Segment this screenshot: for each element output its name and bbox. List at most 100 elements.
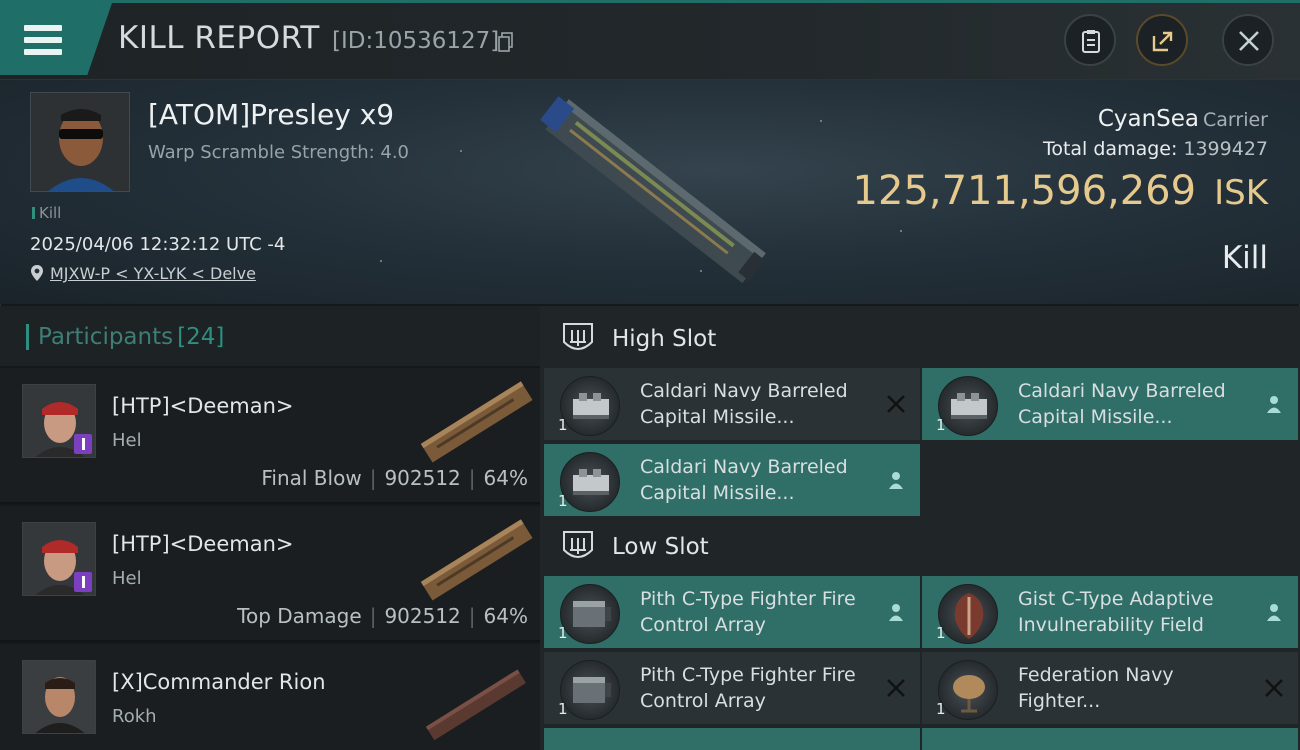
missile-launcher-icon [560, 452, 620, 512]
participant-row[interactable]: [HTP]<Deeman> Hel Top Damage | 902512 | 64% [0, 506, 540, 642]
high-slot-title: High Slot [612, 326, 717, 352]
missile-launcher-icon [560, 376, 620, 436]
module-item[interactable]: 1 Pith C-Type Fighter Fire Control Array [544, 652, 920, 724]
carrier-ship-image [539, 96, 766, 284]
person-icon [889, 472, 903, 489]
module-quantity: 1 [936, 700, 946, 718]
close-icon [1239, 31, 1259, 51]
copy-icon[interactable] [498, 32, 514, 52]
person-icon [889, 604, 903, 621]
clipboard-icon [1082, 30, 1100, 53]
victim-avatar[interactable] [30, 92, 130, 192]
module-item-partial[interactable] [922, 728, 1298, 750]
low-slot-icon [563, 531, 593, 558]
ship-thumbnail [425, 669, 526, 741]
corp-badge-icon [74, 434, 92, 454]
participant-role: Final Blow [261, 466, 362, 490]
ship-name[interactable]: CyanSea [1098, 106, 1199, 132]
low-slot-title: Low Slot [612, 534, 709, 560]
module-quantity: 1 [558, 416, 568, 434]
fitting-panel: High Slot 1 Caldari Navy Barreled Capita… [540, 306, 1300, 750]
module-name: Caldari Navy Barreled Capital Missile... [640, 380, 848, 428]
high-slot-header: High Slot [540, 308, 1300, 370]
participant-row[interactable]: [HTP]<Deeman> Hel Final Blow | 902512 | 64% [0, 368, 540, 504]
header-accent-bar [26, 324, 29, 350]
ship-thumbnail [420, 519, 533, 601]
participant-percent: 64% [483, 466, 528, 490]
isk-value-line: 125,711,596,269 ISK [853, 168, 1268, 214]
share-icon [1152, 31, 1173, 52]
page-title: KILL REPORT [118, 20, 320, 56]
ship-info: CyanSea Carrier [1098, 106, 1268, 132]
low-slot-header: Low Slot [540, 516, 1300, 578]
participant-damage: 902512 [384, 604, 461, 628]
participants-title: Participants [24] [38, 324, 225, 350]
module-item[interactable]: 1 Caldari Navy Barreled Capital Missile.… [544, 368, 920, 440]
module-item[interactable]: 1 Caldari Navy Barreled Capital Missile.… [922, 368, 1298, 440]
participants-count: [24] [177, 324, 225, 350]
report-id: [ID:10536127] [332, 28, 500, 54]
person-icon [1267, 396, 1281, 413]
isk-unit: ISK [1214, 173, 1268, 213]
avatar[interactable] [22, 660, 96, 734]
pilot-portrait-icon [23, 661, 95, 733]
corp-badge-icon [74, 572, 92, 592]
top-bar: KILL REPORT [ID:10536127] [0, 0, 1300, 80]
participants-header: Participants [24] [0, 306, 540, 366]
destroyed-x-icon [887, 395, 905, 413]
total-damage-value: 1399427 [1183, 138, 1268, 160]
participant-ship: Hel [112, 430, 142, 451]
module-name: Pith C-Type Fighter Fire Control Array [640, 588, 856, 636]
module-name: Pith C-Type Fighter Fire Control Array [640, 664, 856, 712]
shield-module-icon [938, 584, 998, 644]
module-item[interactable]: 1 Federation Navy Fighter... [922, 652, 1298, 724]
destroyed-x-icon [887, 679, 905, 697]
participant-stats: Final Blow | 902512 | 64% [261, 466, 528, 490]
participant-percent: 64% [483, 604, 528, 628]
participant-role: Top Damage [237, 604, 362, 628]
participant-row[interactable]: [X]Commander Rion Rokh [0, 644, 540, 750]
warp-scramble-strength: Warp Scramble Strength: 4.0 [148, 142, 410, 163]
module-quantity: 1 [558, 492, 568, 510]
menu-button[interactable] [0, 3, 112, 75]
high-slot-icon [563, 323, 593, 350]
person-icon [1267, 604, 1281, 621]
victim-name[interactable]: [ATOM]Presley x9 [148, 98, 394, 131]
participant-stats: Top Damage | 902512 | 64% [237, 604, 528, 628]
module-quantity: 1 [558, 700, 568, 718]
participant-damage: 902512 [384, 466, 461, 490]
ship-class: Carrier [1203, 109, 1268, 131]
module-item[interactable]: 1 Caldari Navy Barreled Capital Missile.… [544, 444, 920, 516]
module-name: Caldari Navy Barreled Capital Missile... [640, 456, 848, 504]
missile-launcher-icon [938, 376, 998, 436]
module-name: Federation Navy Fighter... [1018, 664, 1174, 712]
module-item[interactable]: 1 Gist C-Type Adaptive Invulnerability F… [922, 576, 1298, 648]
kill-tag: Kill [32, 204, 61, 222]
victim-summary: [ATOM]Presley x9 Warp Scramble Strength:… [0, 80, 1300, 304]
fire-control-array-icon [560, 584, 620, 644]
participant-name[interactable]: [HTP]<Deeman> [112, 532, 294, 556]
total-damage: Total damage: 1399427 [1043, 138, 1268, 160]
location-pin-icon [31, 265, 43, 281]
clipboard-button[interactable] [1064, 14, 1116, 66]
hamburger-icon [24, 25, 62, 55]
participant-name[interactable]: [X]Commander Rion [112, 670, 326, 694]
close-button[interactable] [1222, 14, 1274, 66]
participant-ship: Hel [112, 568, 142, 589]
top-accent-strip [0, 0, 1300, 3]
share-button[interactable] [1136, 14, 1188, 66]
module-item[interactable]: 1 Pith C-Type Fighter Fire Control Array [544, 576, 920, 648]
module-quantity: 1 [558, 624, 568, 642]
total-damage-label: Total damage: [1042, 138, 1178, 160]
participant-name[interactable]: [HTP]<Deeman> [112, 394, 294, 418]
participant-ship: Rokh [112, 706, 157, 727]
module-item-partial[interactable] [544, 728, 920, 750]
isk-value: 125,711,596,269 [852, 168, 1197, 214]
destroyed-x-icon [1265, 679, 1283, 697]
participants-panel: Participants [24] [HTP]<Deeman> Hel Final… [0, 306, 540, 750]
kill-datetime: 2025/04/06 12:32:12 UTC -4 [30, 234, 286, 255]
fire-control-array-icon [560, 660, 620, 720]
location-link[interactable]: MJXW-P < YX-LYK < Delve [50, 264, 256, 283]
kill-location[interactable]: MJXW-P < YX-LYK < Delve [30, 264, 256, 283]
pilot-portrait-icon [31, 93, 129, 191]
